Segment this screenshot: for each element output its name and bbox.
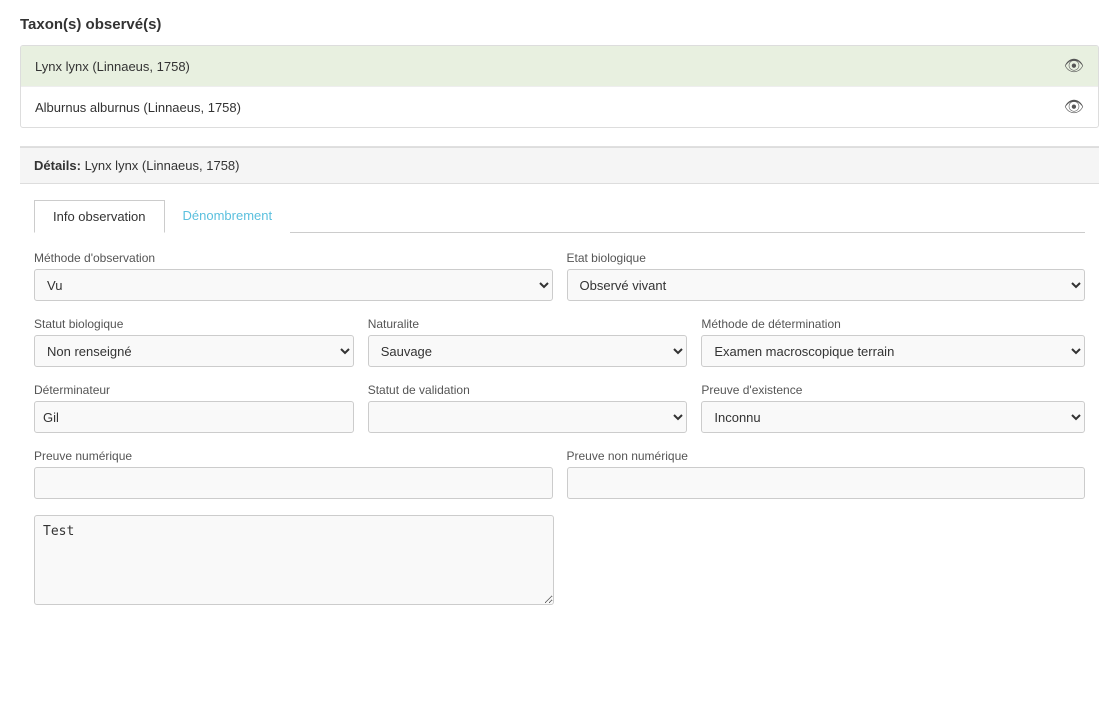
taxon-list: Lynx lynx (Linnaeus, 1758) 👁 Alburnus al… (20, 45, 1099, 128)
taxon-name-2: Alburnus alburnus (Linnaeus, 1758) (35, 100, 241, 115)
form-group-naturalite: Naturalite Sauvage Elevage Hybride (368, 317, 688, 367)
details-taxon: Lynx lynx (Linnaeus, 1758) (85, 158, 240, 173)
form-group-preuve-numerique: Preuve numérique (34, 449, 553, 499)
tab-denombrement[interactable]: Dénombrement (165, 200, 291, 233)
form-group-etat-biologique: Etat biologique Observé vivant Trouvé mo… (567, 251, 1086, 301)
details-header: Détails: Lynx lynx (Linnaeus, 1758) (20, 147, 1099, 184)
form-group-statut-validation: Statut de validation Validé En attente I… (368, 383, 688, 433)
form-group-preuve-non-numerique: Preuve non numérique (567, 449, 1086, 499)
tab-container: Info observation Dénombrement Méthode d'… (20, 184, 1099, 638)
label-methode-determination: Méthode de détermination (701, 317, 1085, 331)
page-container: Taxon(s) observé(s) Lynx lynx (Linnaeus,… (0, 0, 1119, 721)
form-group-commentaire: Test (34, 515, 554, 608)
form-row-3: Déterminateur Statut de validation Valid… (34, 383, 1085, 433)
label-preuve-existence: Preuve d'existence (701, 383, 1085, 397)
select-etat-biologique[interactable]: Observé vivant Trouvé mort Inconnu (567, 269, 1086, 301)
input-preuve-non-numerique[interactable] (567, 467, 1086, 499)
eye-icon-2[interactable]: 👁 (1064, 97, 1084, 117)
select-methode-determination[interactable]: Examen macroscopique terrain Examen micr… (701, 335, 1085, 367)
section-title: Taxon(s) observé(s) (20, 16, 1099, 33)
label-preuve-numerique: Preuve numérique (34, 449, 553, 463)
input-preuve-numerique[interactable] (34, 467, 553, 499)
tab-info-observation[interactable]: Info observation (34, 200, 165, 233)
input-determinateur[interactable] (34, 401, 354, 433)
label-etat-biologique: Etat biologique (567, 251, 1086, 265)
form-group-methode-determination: Méthode de détermination Examen macrosco… (701, 317, 1085, 367)
label-statut-biologique: Statut biologique (34, 317, 354, 331)
select-preuve-existence[interactable]: Inconnu Oui Non (701, 401, 1085, 433)
tabs-bar: Info observation Dénombrement (34, 200, 1085, 233)
form-group-preuve-existence: Preuve d'existence Inconnu Oui Non (701, 383, 1085, 433)
label-naturalite: Naturalite (368, 317, 688, 331)
form-row-4: Preuve numérique Preuve non numérique (34, 449, 1085, 499)
taxon-item-2[interactable]: Alburnus alburnus (Linnaeus, 1758) 👁 (21, 87, 1098, 127)
textarea-commentaire[interactable]: Test (34, 515, 554, 605)
taxon-name-1: Lynx lynx (Linnaeus, 1758) (35, 59, 190, 74)
select-statut-validation[interactable]: Validé En attente Invalidé (368, 401, 688, 433)
form-row-5: Test (34, 515, 1085, 608)
taxon-item-1[interactable]: Lynx lynx (Linnaeus, 1758) 👁 (21, 46, 1098, 87)
details-label: Détails: (34, 158, 81, 173)
form-row-1: Méthode d'observation Vu Entendu Indice … (34, 251, 1085, 301)
select-methode-observation[interactable]: Vu Entendu Indice de présence (34, 269, 553, 301)
label-preuve-non-numerique: Preuve non numérique (567, 449, 1086, 463)
form-group-methode-observation: Méthode d'observation Vu Entendu Indice … (34, 251, 553, 301)
eye-icon-1[interactable]: 👁 (1064, 56, 1084, 76)
label-methode-observation: Méthode d'observation (34, 251, 553, 265)
label-statut-validation: Statut de validation (368, 383, 688, 397)
form-group-statut-biologique: Statut biologique Non renseigné Reproduc… (34, 317, 354, 367)
label-determinateur: Déterminateur (34, 383, 354, 397)
form-row-2: Statut biologique Non renseigné Reproduc… (34, 317, 1085, 367)
select-statut-biologique[interactable]: Non renseigné Reproducteur Migrateur (34, 335, 354, 367)
form-group-determinateur: Déterminateur (34, 383, 354, 433)
select-naturalite[interactable]: Sauvage Elevage Hybride (368, 335, 688, 367)
